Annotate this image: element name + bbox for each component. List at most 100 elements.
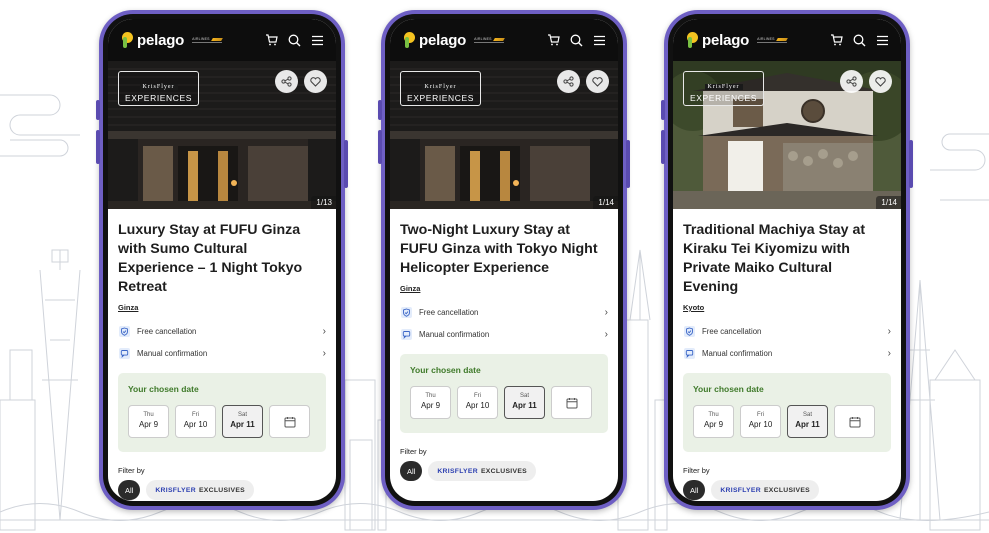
shield-check-icon (118, 325, 130, 337)
date-value: Apr 9 (420, 401, 441, 410)
calendar-icon (566, 397, 577, 408)
chip-brand-text: KRISFLYER (155, 486, 196, 494)
share-button[interactable] (840, 70, 863, 93)
date-option-sat-selected[interactable]: Sat Apr 11 (222, 405, 263, 438)
chosen-date-panel: Your chosen date Thu Apr 9 Fri Apr 10 Sa… (118, 373, 326, 452)
feature-manual-confirmation[interactable]: Manual confirmation › (683, 347, 891, 359)
phone-screen: pelago AIRLINES KrisFlyer EXPERIENCES 1/… (673, 19, 901, 501)
krisflyer-badge-small-text: KrisFlyer (421, 84, 460, 90)
date-day-of-week: Fri (474, 393, 481, 399)
date-option-sat-selected[interactable]: Sat Apr 11 (787, 405, 828, 438)
search-icon[interactable] (853, 34, 866, 47)
location-link[interactable]: Ginza (118, 303, 138, 312)
pelago-logo-text: pelago (702, 31, 750, 49)
feature-label: Manual confirmation (137, 348, 208, 358)
filter-chip-krisflyer-exclusives[interactable]: KRISFLYER EXCLUSIVES (428, 461, 536, 481)
wishlist-button[interactable] (869, 70, 892, 93)
chevron-right-icon: › (887, 347, 891, 359)
hamburger-menu-icon[interactable] (593, 35, 606, 46)
date-day-of-week: Sat (237, 412, 247, 418)
image-counter: 1/14 (593, 196, 618, 209)
pelago-logo[interactable]: pelago (122, 32, 184, 49)
phone-screen: pelago AIRLINES KrisFlyer EXPERIENCES 1/… (108, 19, 336, 501)
filter-chip-all[interactable]: All (118, 480, 141, 500)
airline-badge: AIRLINES (192, 37, 223, 43)
feature-manual-confirmation[interactable]: Manual confirmation › (400, 328, 608, 340)
location-link[interactable]: Ginza (400, 284, 420, 293)
feature-manual-confirmation[interactable]: Manual confirmation › (118, 347, 326, 359)
calendar-button[interactable] (269, 405, 310, 438)
chip-text: EXCLUSIVES (198, 486, 245, 494)
feature-label: Manual confirmation (702, 348, 773, 358)
phone-mockup-3: pelago AIRLINES KrisFlyer EXPERIENCES 1/… (661, 10, 913, 510)
image-counter: 1/14 (876, 196, 901, 209)
share-icon (846, 76, 857, 87)
krisflyer-badge-big-text: EXPERIENCES (125, 93, 193, 103)
search-icon[interactable] (570, 34, 583, 47)
hero-image-carousel[interactable]: KrisFlyer EXPERIENCES 1/14 (390, 61, 618, 209)
filter-chip-all[interactable]: All (400, 461, 423, 481)
date-option-thu[interactable]: Thu Apr 9 (410, 386, 451, 419)
wishlist-button[interactable] (304, 70, 327, 93)
filter-chip-all[interactable]: All (683, 480, 706, 500)
filter-label: Filter by (118, 466, 145, 475)
chosen-date-panel: Your chosen date Thu Apr 9 Fri Apr 10 Sa… (400, 354, 608, 433)
chat-bubble-icon (400, 328, 412, 340)
cart-icon[interactable] (265, 34, 278, 46)
chosen-date-title: Your chosen date (128, 384, 199, 394)
search-icon[interactable] (288, 34, 301, 47)
date-value: Apr 11 (512, 401, 537, 410)
date-option-fri[interactable]: Fri Apr 10 (740, 405, 781, 438)
phone-screen: pelago AIRLINES KrisFlyer EXPERIENCES 1/… (390, 19, 618, 501)
phone-mockup-2: pelago AIRLINES KrisFlyer EXPERIENCES 1/… (378, 10, 630, 510)
product-title: Traditional Machiya Stay at Kiraku Tei K… (683, 222, 866, 295)
calendar-icon (849, 416, 860, 427)
calendar-button[interactable] (834, 405, 875, 438)
hero-image-carousel[interactable]: KrisFlyer EXPERIENCES 1/14 (673, 61, 901, 209)
heart-icon (310, 76, 321, 87)
airline-stripe-icon (492, 37, 505, 41)
pelago-logo[interactable]: pelago (687, 32, 749, 49)
pelago-logo[interactable]: pelago (404, 32, 466, 49)
chevron-right-icon: › (604, 328, 608, 340)
chevron-right-icon: › (322, 347, 326, 359)
wishlist-button[interactable] (586, 70, 609, 93)
feature-label: Manual confirmation (419, 329, 490, 339)
hero-image-carousel[interactable]: KrisFlyer EXPERIENCES 1/13 (108, 61, 336, 209)
date-option-fri[interactable]: Fri Apr 10 (175, 405, 216, 438)
hamburger-menu-icon[interactable] (876, 35, 889, 46)
krisflyer-experiences-badge: KrisFlyer EXPERIENCES (118, 71, 200, 106)
feature-free-cancellation[interactable]: Free cancellation › (118, 325, 326, 337)
product-title: Luxury Stay at FUFU Ginza with Sumo Cult… (118, 222, 303, 295)
filter-chip-krisflyer-exclusives[interactable]: KRISFLYER EXCLUSIVES (711, 480, 819, 500)
cart-icon[interactable] (830, 34, 843, 46)
date-option-fri[interactable]: Fri Apr 10 (457, 386, 498, 419)
airline-badge-text: AIRLINES (474, 37, 492, 41)
date-option-thu[interactable]: Thu Apr 9 (693, 405, 734, 438)
date-value: Apr 9 (703, 420, 724, 429)
share-button[interactable] (275, 70, 298, 93)
date-value: Apr 9 (138, 420, 159, 429)
cart-icon[interactable] (547, 34, 560, 46)
date-option-thu[interactable]: Thu Apr 9 (128, 405, 169, 438)
date-value: Apr 10 (748, 420, 773, 429)
feature-label: Free cancellation (137, 326, 197, 336)
hamburger-menu-icon[interactable] (311, 35, 324, 46)
location-link[interactable]: Kyoto (683, 303, 704, 312)
airline-badge: AIRLINES (474, 37, 505, 43)
calendar-button[interactable] (551, 386, 592, 419)
date-value: Apr 11 (795, 420, 820, 429)
feature-free-cancellation[interactable]: Free cancellation › (400, 306, 608, 318)
shield-check-icon (683, 325, 695, 337)
share-button[interactable] (557, 70, 580, 93)
chevron-right-icon: › (887, 325, 891, 337)
chosen-date-title: Your chosen date (410, 365, 481, 375)
date-day-of-week: Fri (192, 412, 199, 418)
date-option-sat-selected[interactable]: Sat Apr 11 (504, 386, 545, 419)
filter-chip-krisflyer-exclusives[interactable]: KRISFLYER EXCLUSIVES (146, 480, 254, 500)
date-day-of-week: Thu (143, 412, 154, 418)
krisflyer-badge-small-text: KrisFlyer (139, 84, 178, 90)
feature-free-cancellation[interactable]: Free cancellation › (683, 325, 891, 337)
top-navigation-bar: pelago AIRLINES (673, 19, 901, 61)
chevron-right-icon: › (604, 306, 608, 318)
